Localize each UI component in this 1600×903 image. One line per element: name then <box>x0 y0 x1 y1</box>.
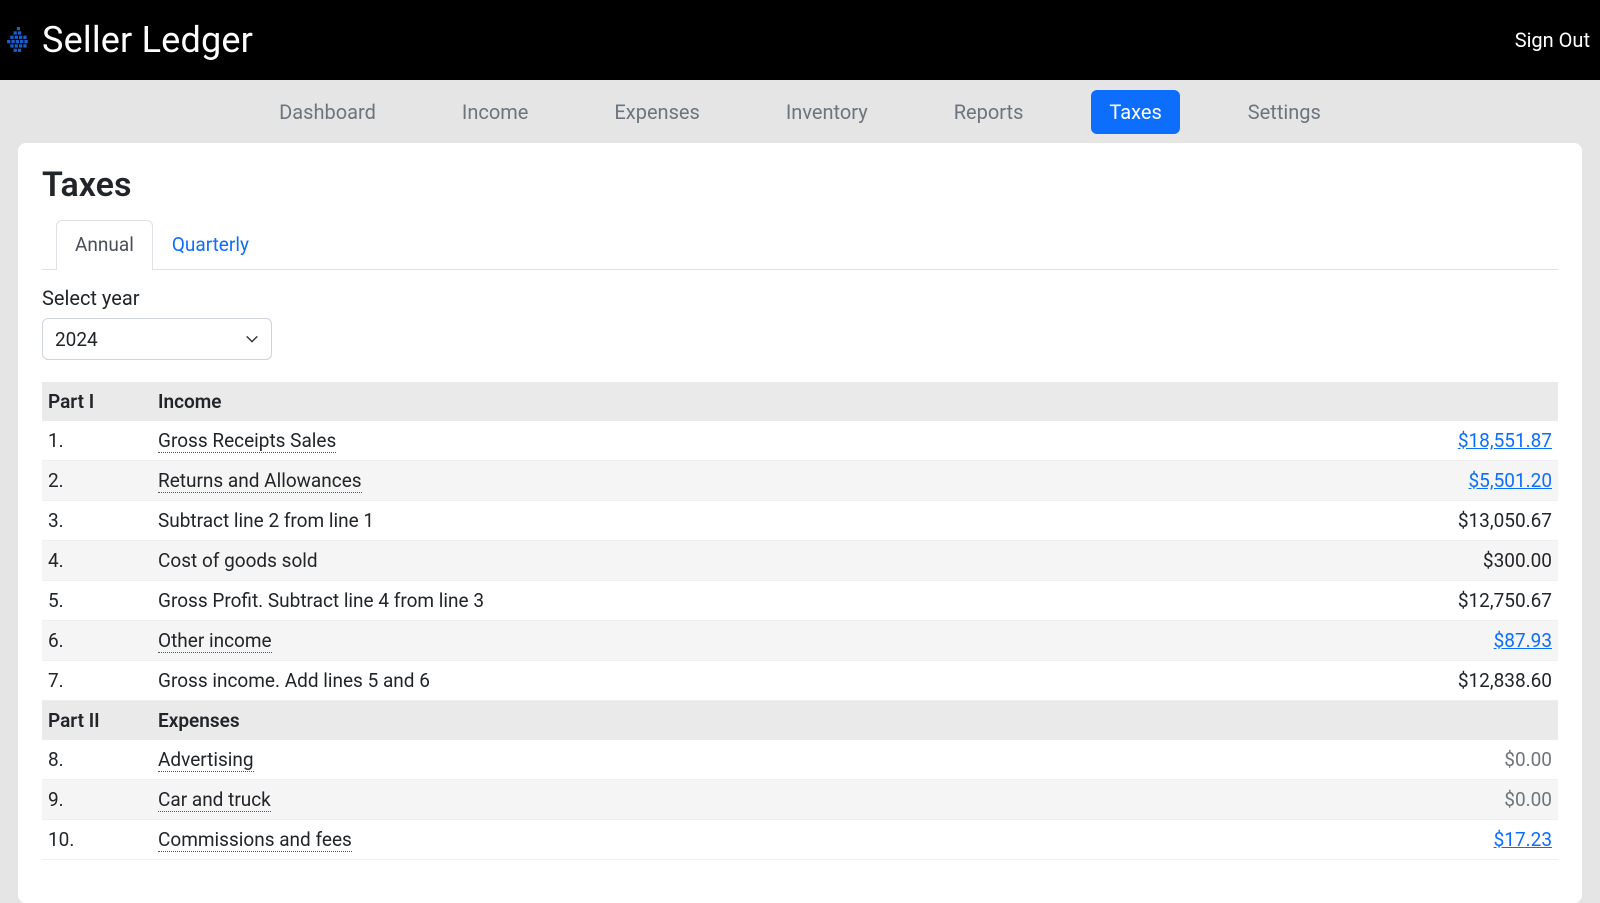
line-value: $13,050.67 <box>1222 501 1558 541</box>
nav-taxes[interactable]: Taxes <box>1091 90 1179 134</box>
main-nav: Dashboard Income Expenses Inventory Repo… <box>0 80 1600 143</box>
line-number: 1. <box>42 421 152 461</box>
section-part: Part I <box>42 382 152 421</box>
tab-quarterly[interactable]: Quarterly <box>153 220 268 270</box>
line-number: 9. <box>42 780 152 820</box>
nav-reports[interactable]: Reports <box>936 90 1042 134</box>
line-number: 2. <box>42 461 152 501</box>
line-label[interactable]: Car and truck <box>152 780 1222 820</box>
nav-dashboard[interactable]: Dashboard <box>261 90 394 134</box>
table-row: 1.Gross Receipts Sales$18,551.87 <box>42 421 1558 461</box>
line-label: Cost of goods sold <box>152 541 1222 581</box>
brand-logo-icon <box>6 27 32 53</box>
table-row: 3.Subtract line 2 from line 1$13,050.67 <box>42 501 1558 541</box>
line-number: 5. <box>42 581 152 621</box>
sign-out-link[interactable]: Sign Out <box>1515 28 1594 52</box>
line-value: $0.00 <box>1222 740 1558 780</box>
table-row: 2.Returns and Allowances$5,501.20 <box>42 461 1558 501</box>
line-number: 10. <box>42 820 152 860</box>
nav-expenses[interactable]: Expenses <box>596 90 717 134</box>
table-row: 10.Commissions and fees$17.23 <box>42 820 1558 860</box>
line-value: $0.00 <box>1222 780 1558 820</box>
line-label[interactable]: Gross Receipts Sales <box>152 421 1222 461</box>
top-bar: Seller Ledger Sign Out <box>0 0 1600 80</box>
line-value[interactable]: $87.93 <box>1222 621 1558 661</box>
section-title: Income <box>152 382 1222 421</box>
line-label[interactable]: Advertising <box>152 740 1222 780</box>
line-label: Gross Profit. Subtract line 4 from line … <box>152 581 1222 621</box>
line-value: $300.00 <box>1222 541 1558 581</box>
line-number: 4. <box>42 541 152 581</box>
nav-settings[interactable]: Settings <box>1230 90 1339 134</box>
brand-name: Seller Ledger <box>42 19 253 61</box>
section-part: Part II <box>42 701 152 741</box>
brand[interactable]: Seller Ledger <box>6 19 253 61</box>
line-number: 7. <box>42 661 152 701</box>
line-number: 6. <box>42 621 152 661</box>
table-row: 8.Advertising$0.00 <box>42 740 1558 780</box>
section-title: Expenses <box>152 701 1222 741</box>
nav-inventory[interactable]: Inventory <box>768 90 886 134</box>
table-row: 5.Gross Profit. Subtract line 4 from lin… <box>42 581 1558 621</box>
line-label[interactable]: Commissions and fees <box>152 820 1222 860</box>
line-value[interactable]: $5,501.20 <box>1222 461 1558 501</box>
line-value: $12,838.60 <box>1222 661 1558 701</box>
line-value[interactable]: $18,551.87 <box>1222 421 1558 461</box>
year-select-value: 2024 <box>55 328 98 351</box>
section-header: Part IIncome <box>42 382 1558 421</box>
chevron-down-icon <box>245 332 259 346</box>
tab-annual[interactable]: Annual <box>56 220 153 270</box>
line-value: $12,750.67 <box>1222 581 1558 621</box>
line-label: Gross income. Add lines 5 and 6 <box>152 661 1222 701</box>
table-row: 4.Cost of goods sold$300.00 <box>42 541 1558 581</box>
line-label[interactable]: Other income <box>152 621 1222 661</box>
content-card: Taxes Annual Quarterly Select year 2024 … <box>18 143 1582 903</box>
page-title: Taxes <box>42 165 1558 205</box>
line-number: 8. <box>42 740 152 780</box>
tax-table: Part IIncome1.Gross Receipts Sales$18,55… <box>42 382 1558 860</box>
tax-period-tabs: Annual Quarterly <box>42 219 1558 270</box>
nav-income[interactable]: Income <box>444 90 547 134</box>
table-row: 6.Other income$87.93 <box>42 621 1558 661</box>
line-number: 3. <box>42 501 152 541</box>
line-label: Subtract line 2 from line 1 <box>152 501 1222 541</box>
section-header: Part IIExpenses <box>42 701 1558 741</box>
table-row: 9.Car and truck$0.00 <box>42 780 1558 820</box>
line-label[interactable]: Returns and Allowances <box>152 461 1222 501</box>
line-value[interactable]: $17.23 <box>1222 820 1558 860</box>
year-select-label: Select year <box>42 286 1558 310</box>
year-select[interactable]: 2024 <box>42 318 272 360</box>
table-row: 7.Gross income. Add lines 5 and 6$12,838… <box>42 661 1558 701</box>
